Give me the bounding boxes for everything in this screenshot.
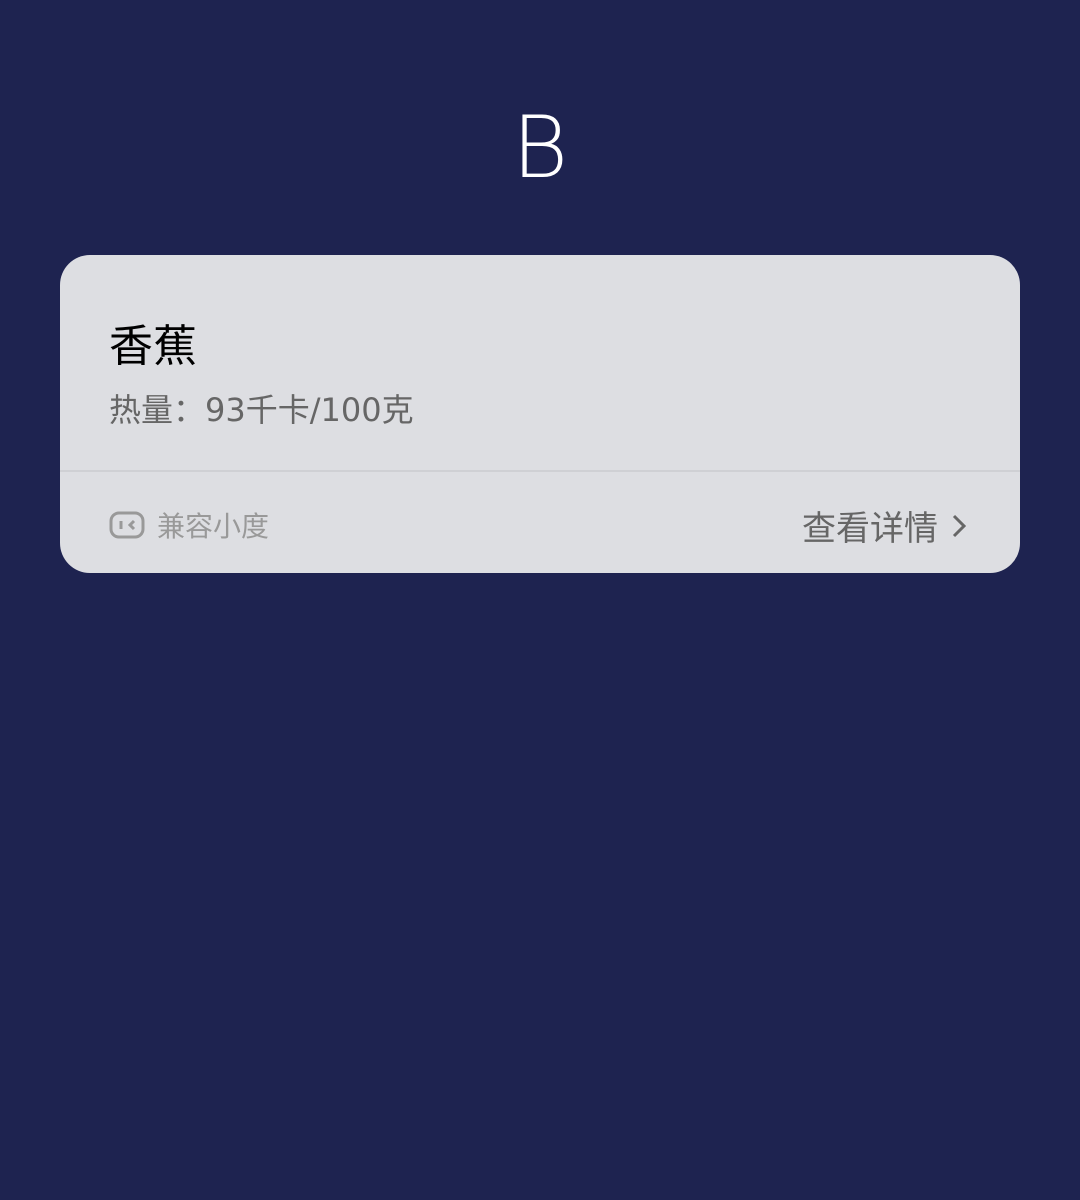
compat-label: 兼容小度	[157, 510, 270, 543]
xiaodu-icon	[109, 511, 145, 539]
chevron-right-icon	[952, 514, 967, 537]
food-name: 香蕉	[109, 321, 197, 372]
view-details-button[interactable]: 查看详情	[802, 501, 968, 550]
divider	[60, 470, 1020, 472]
view-details-label: 查看详情	[802, 509, 938, 549]
food-card[interactable]: 香蕉 热量：93千卡/100克 兼容小度 查看详情	[60, 255, 1020, 573]
compat-badge: 兼容小度	[109, 505, 269, 545]
calories-text: 热量：93千卡/100克	[109, 391, 414, 429]
page-title: B	[511, 98, 569, 198]
